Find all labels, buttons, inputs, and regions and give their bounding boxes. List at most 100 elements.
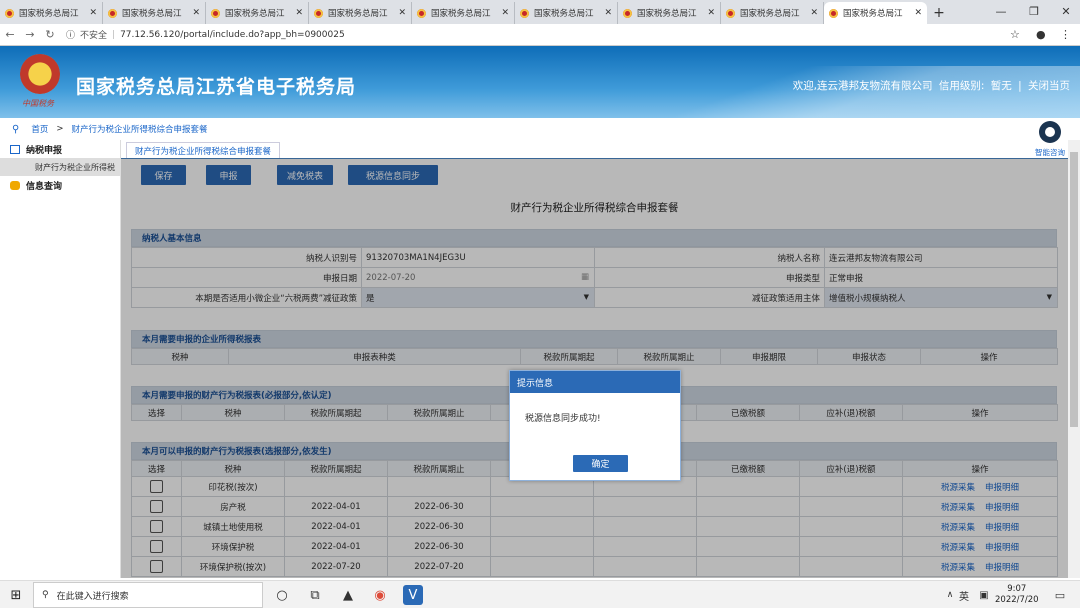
assistant-avatar-icon <box>1039 121 1061 143</box>
tab-title: 国家税务总局江 <box>431 9 491 19</box>
browser-tab[interactable]: 国家税务总局江 ✕ <box>0 2 103 24</box>
address-bar: ← → ↻ ⓘ 不安全 | 77.12.56.120/portal/includ… <box>0 24 1080 46</box>
sidebar: 纳税申报 财产行为税企业所得税 信息查询 <box>0 140 121 578</box>
url-field[interactable]: ⓘ 不安全 | 77.12.56.120/portal/include.do?a… <box>66 28 345 42</box>
new-tab-button[interactable]: + <box>927 2 951 24</box>
sidebar-item-label: 信息查询 <box>26 181 63 192</box>
chat-icon <box>10 180 20 190</box>
site-banner: 中国税务 国家税务总局江苏省电子税务局 欢迎,连云港邦友物流有限公司 信用级别:… <box>0 46 1080 118</box>
sidebar-item-label: 纳税申报 <box>26 145 63 156</box>
grid-icon <box>10 144 20 154</box>
ok-button[interactable]: 确定 <box>573 455 628 472</box>
sidebar-subitem-property-tax[interactable]: 财产行为税企业所得税 <box>0 158 120 176</box>
tax-favicon-icon <box>726 8 735 18</box>
sidebar-item-info-query[interactable]: 信息查询 <box>0 176 120 194</box>
tab-title: 国家税务总局江 <box>534 9 594 19</box>
security-label: 不安全 <box>80 31 108 41</box>
browser-tab[interactable]: 国家税务总局江 ✕ <box>618 2 721 24</box>
close-tab-icon[interactable]: ✕ <box>501 8 509 18</box>
menu-icon[interactable]: ⋮ <box>1060 28 1071 41</box>
app-v-icon[interactable]: V <box>403 585 423 605</box>
minimize-button[interactable]: — <box>985 0 1017 22</box>
close-window-button[interactable]: ✕ <box>1050 0 1080 22</box>
tax-favicon-icon <box>520 8 529 18</box>
sidebar-item-tax-declaration[interactable]: 纳税申报 <box>0 140 120 158</box>
url-text: 77.12.56.120/portal/include.do?app_bh=09… <box>120 29 345 40</box>
smart-consult-button[interactable]: 智能咨询 <box>1030 121 1070 161</box>
windows-start-icon[interactable]: ⊞ <box>6 585 26 605</box>
vertical-scrollbar[interactable] <box>1068 140 1080 578</box>
breadcrumb-home[interactable]: 首页 <box>31 123 48 135</box>
forward-icon[interactable]: → <box>20 28 40 41</box>
tab-title: 国家税务总局江 <box>843 9 903 19</box>
tax-favicon-icon <box>108 8 117 18</box>
close-tab-icon[interactable]: ✕ <box>707 8 715 18</box>
clock[interactable]: 9:07 2022/7/20 <box>995 584 1039 606</box>
modal-overlay <box>121 158 1068 578</box>
browser-tab[interactable]: 国家税务总局江 ✕ <box>515 2 618 24</box>
tax-favicon-icon <box>314 8 323 18</box>
dialog-message: 税源信息同步成功! <box>525 414 601 424</box>
browser-tab[interactable]: 国家税务总局江 ✕ <box>309 2 412 24</box>
credit-value: 暂无 <box>990 80 1012 92</box>
cortana-icon[interactable]: ○ <box>272 585 292 605</box>
site-title: 国家税务总局江苏省电子税务局 <box>76 76 357 98</box>
browser-tab[interactable]: 国家税务总局江 ✕ <box>103 2 206 24</box>
back-icon[interactable]: ← <box>0 28 20 41</box>
photos-app-icon[interactable]: ▲ <box>338 585 358 605</box>
star-icon[interactable]: ☆ <box>1010 28 1020 41</box>
close-tab-icon[interactable]: ✕ <box>192 8 200 18</box>
taskbar-search-placeholder: 在此键入进行搜索 <box>56 591 129 602</box>
tab-title: 国家税务总局江 <box>637 9 697 19</box>
maximize-button[interactable]: ❐ <box>1018 0 1050 22</box>
clock-date: 2022/7/20 <box>995 595 1039 605</box>
emblem-text: 中国税务 <box>22 99 54 108</box>
notification-icon[interactable]: ▭ <box>1050 585 1070 605</box>
chrome-app-icon[interactable]: ◉ <box>370 585 390 605</box>
scrollbar-thumb[interactable] <box>1070 152 1078 427</box>
browser-tab[interactable]: 国家税务总局江 ✕ <box>206 2 309 24</box>
breadcrumb-separator: > <box>56 124 64 134</box>
welcome-area: 欢迎,连云港邦友物流有限公司 信用级别: 暂无 | 关闭当页 <box>790 78 1070 93</box>
tax-favicon-icon <box>211 8 220 18</box>
task-view-icon[interactable]: ⧉ <box>305 585 325 605</box>
welcome-text: 欢迎,连云港邦友物流有限公司 <box>792 80 933 92</box>
url-separator-icon: | <box>112 29 116 40</box>
tax-emblem-icon <box>20 54 60 94</box>
info-icon[interactable]: ⓘ <box>66 28 75 41</box>
credit-label: 信用级别: <box>938 80 985 92</box>
close-tab-icon[interactable]: ✕ <box>295 8 303 18</box>
breadcrumb: ⚲ 首页 > 财产行为税企业所得税综合申报套餐 <box>0 118 1080 140</box>
browser-tab-bar: 国家税务总局江 ✕ 国家税务总局江 ✕ 国家税务总局江 ✕ 国家税务总局江 ✕ 国家税务总局江 ✕… <box>0 0 1080 24</box>
taskbar-search[interactable]: ⚲ 在此键入进行搜索 <box>33 582 263 608</box>
search-icon: ⚲ <box>42 590 49 600</box>
close-page-link[interactable]: 关闭当页 <box>1028 80 1070 92</box>
browser-tab[interactable]: 国家税务总局江 ✕ <box>412 2 515 24</box>
clock-time: 9:07 <box>1007 584 1027 594</box>
tax-favicon-icon <box>623 8 632 18</box>
breadcrumb-current[interactable]: 财产行为税企业所得税综合申报套餐 <box>71 123 207 135</box>
browser-tab[interactable]: 国家税务总局江 ✕ <box>824 2 927 24</box>
tab-title: 国家税务总局江 <box>225 9 285 19</box>
dialog-title: 提示信息 <box>510 371 680 393</box>
tax-favicon-icon <box>417 8 426 18</box>
tab-title: 国家税务总局江 <box>740 9 800 19</box>
close-tab-icon[interactable]: ✕ <box>914 8 922 18</box>
ime-mode-icon[interactable]: ▣ <box>974 585 994 605</box>
taskbar: ⊞ ⚲ 在此键入进行搜索 ○ ⧉ ▲ ◉ V ∧ 英 ▣ 9:07 2022/7… <box>0 580 1080 608</box>
tab-title: 国家税务总局江 <box>122 9 182 19</box>
content-tab[interactable]: 财产行为税企业所得税综合申报套餐 <box>126 142 281 158</box>
smart-consult-label: 智能咨询 <box>1035 148 1065 157</box>
reload-icon[interactable]: ↻ <box>40 28 60 41</box>
close-tab-icon[interactable]: ✕ <box>604 8 612 18</box>
welcome-separator: | <box>1018 80 1022 92</box>
ime-indicator[interactable]: 英 <box>954 585 974 605</box>
tab-title: 国家税务总局江 <box>19 9 79 19</box>
location-pin-icon: ⚲ <box>12 123 20 135</box>
close-tab-icon[interactable]: ✕ <box>398 8 406 18</box>
info-dialog: 提示信息 税源信息同步成功! 确定 <box>509 370 681 481</box>
close-tab-icon[interactable]: ✕ <box>810 8 818 18</box>
profile-icon[interactable]: ● <box>1036 28 1046 41</box>
browser-tab[interactable]: 国家税务总局江 ✕ <box>721 2 824 24</box>
close-tab-icon[interactable]: ✕ <box>89 8 97 18</box>
